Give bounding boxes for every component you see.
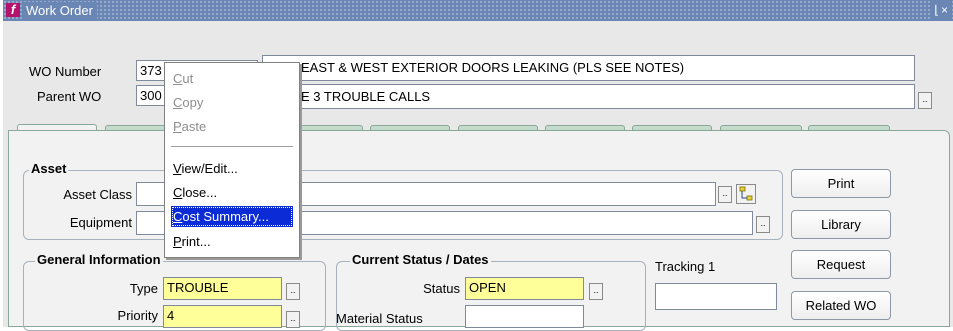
menu-item-cut[interactable]: Cut xyxy=(173,68,193,89)
menu-item-copy[interactable]: Copy xyxy=(173,92,203,113)
equipment-lov-button[interactable]: .. xyxy=(756,216,770,233)
parent-lov-button[interactable]: .. xyxy=(918,92,932,109)
hierarchy-icon[interactable] xyxy=(736,184,756,204)
general-info-title: General Information xyxy=(35,252,163,267)
app-icon: f xyxy=(6,3,20,17)
status-lov-button[interactable]: .. xyxy=(589,283,603,300)
parent-wo-label: Parent WO xyxy=(37,89,102,104)
library-button[interactable]: Library xyxy=(791,210,891,239)
menu-item-close[interactable]: Close... xyxy=(173,182,217,203)
priority-label: Priority xyxy=(117,308,158,323)
tracking-label: Tracking 1 xyxy=(655,259,716,274)
context-menu: Cut Copy Paste View/Edit... Close... Cos… xyxy=(164,62,300,258)
type-field[interactable]: TROUBLE xyxy=(163,277,282,300)
related-wo-button[interactable]: Related WO xyxy=(791,291,891,320)
menu-item-print[interactable]: Print... xyxy=(173,231,211,252)
type-lov-button[interactable]: .. xyxy=(286,283,300,300)
print-button[interactable]: Print xyxy=(791,169,891,198)
title-bar: f Work Order ⌊× xyxy=(3,0,953,21)
asset-class-label: Asset Class xyxy=(63,187,132,202)
request-button[interactable]: Request xyxy=(791,250,891,279)
current-status-title: Current Status / Dates xyxy=(350,252,491,267)
menu-item-view-edit[interactable]: View/Edit... xyxy=(173,158,238,179)
priority-lov-button[interactable]: .. xyxy=(286,311,300,328)
wo-number-label: WO Number xyxy=(29,64,102,79)
wo-description-field[interactable]: EAST & WEST EXTERIOR DOORS LEAKING (PLS … xyxy=(262,55,915,81)
tracking-field[interactable] xyxy=(655,283,777,310)
status-label: Status xyxy=(423,281,460,296)
equipment-label: Equipment xyxy=(69,215,132,230)
menu-item-cost-summary[interactable]: Cost Summary... xyxy=(171,206,293,227)
material-status-field[interactable] xyxy=(465,305,584,328)
menu-item-paste[interactable]: Paste xyxy=(173,116,206,137)
asset-class-lov-button[interactable]: .. xyxy=(718,186,732,203)
priority-field[interactable]: 4 xyxy=(163,305,282,328)
material-status-label: Material Status xyxy=(336,311,423,326)
asset-group-title: Asset xyxy=(29,161,69,176)
menu-separator xyxy=(171,146,293,148)
window-title: Work Order xyxy=(22,2,97,19)
status-field[interactable]: OPEN xyxy=(465,277,584,300)
window-controls[interactable]: ⌊× xyxy=(932,1,952,20)
type-label: Type xyxy=(129,281,158,296)
parent-description-field[interactable]: E 3 TROUBLE CALLS xyxy=(262,84,915,109)
